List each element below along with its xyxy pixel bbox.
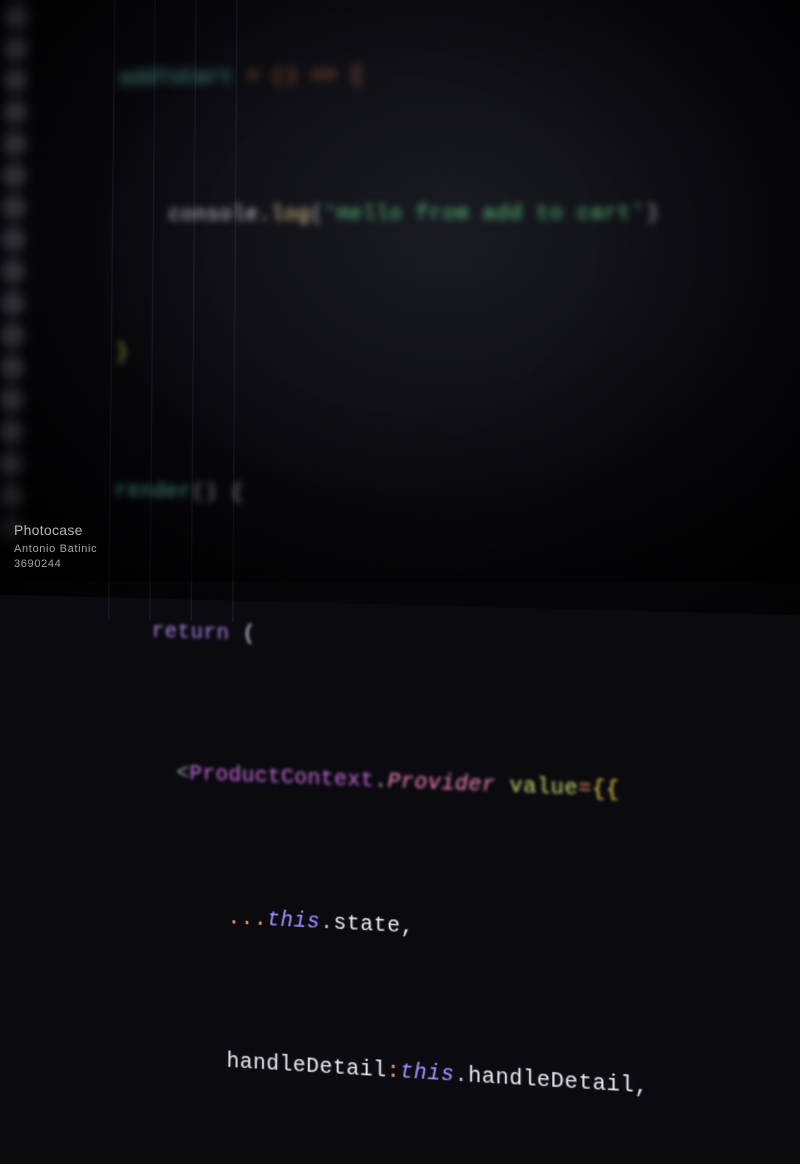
watermark-id: 3690244 (14, 557, 97, 572)
code-line: console.log('Hello from add to cart') (41, 195, 800, 233)
code-line: handleDetail:this.handleDetail, (32, 1032, 800, 1121)
watermark-brand: Photocase (14, 521, 97, 540)
code-line: ...this.state, (33, 891, 800, 970)
watermark: Photocase Antonio Batinic 3690244 (14, 521, 97, 572)
code-viewport: addToCart = () => { console.log('Hello f… (0, 0, 800, 616)
code-line: return ( (37, 611, 800, 671)
code-line: } (40, 336, 800, 377)
watermark-author: Antonio Batinic (14, 542, 97, 557)
code-line: <ProductContext.Provider value={{ (35, 751, 800, 820)
code-editor: addToCart = () => { console.log('Hello f… (17, 0, 800, 1164)
code-line: render() { (38, 473, 800, 524)
code-line: addToCart = () => { (43, 51, 800, 98)
